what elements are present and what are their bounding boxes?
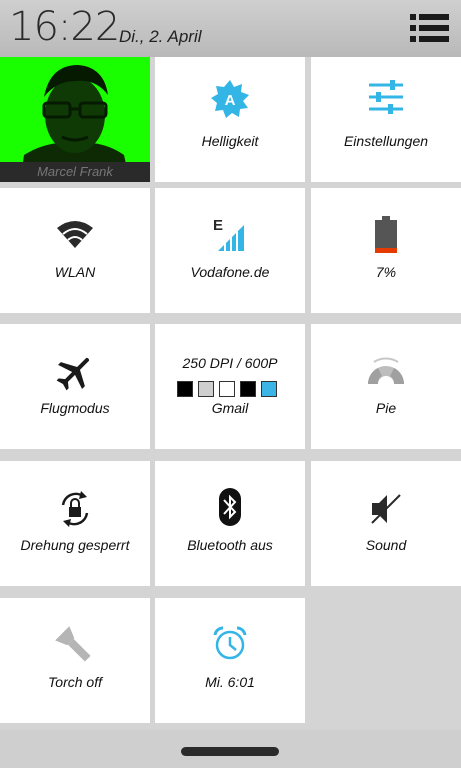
drag-handle[interactable] <box>181 747 279 756</box>
rotation-tile[interactable]: Drehung gesperrt <box>0 461 150 586</box>
alarm-clock-icon <box>213 626 247 660</box>
pie-tile[interactable]: Pie <box>311 324 461 449</box>
airplane-tile[interactable]: Flugmodus <box>0 324 150 449</box>
menu-button[interactable] <box>408 12 450 44</box>
settings-tile[interactable]: Einstellungen <box>311 57 461 182</box>
airplane-icon <box>56 357 90 391</box>
settings-label: Einstellungen <box>343 133 429 149</box>
dpi-title: 250 DPI / 600P <box>182 355 278 371</box>
bluetooth-icon <box>219 488 241 526</box>
sound-label: Sound <box>365 537 407 553</box>
brightness-label: Helligkeit <box>201 133 259 149</box>
battery-tile[interactable]: 7% <box>311 188 461 313</box>
profile-name: Marcel Frank <box>0 162 150 182</box>
network-type: E <box>213 217 223 234</box>
torch-tile[interactable]: Torch off <box>0 598 150 723</box>
brightness-badge: A <box>225 92 236 109</box>
sliders-icon <box>369 80 403 114</box>
sound-tile[interactable]: Sound <box>311 461 461 586</box>
mobile-data-label: Vodafone.de <box>190 264 270 280</box>
alarm-tile[interactable]: Mi. 6:01 <box>155 598 305 723</box>
airplane-label: Flugmodus <box>40 400 110 416</box>
date: Di., 2. April <box>119 27 202 46</box>
status-bar: 16:22 Di., 2. April <box>0 0 461 57</box>
profile-tile[interactable]: Marcel Frank <box>0 57 150 182</box>
sound-muted-icon <box>371 494 401 524</box>
pie-label: Pie <box>375 400 397 416</box>
menu-list-icon <box>410 14 449 42</box>
bluetooth-tile[interactable]: Bluetooth aus <box>155 461 305 586</box>
wifi-tile[interactable]: WLAN <box>0 188 150 313</box>
wifi-icon <box>57 221 93 248</box>
flashlight-icon <box>55 626 91 662</box>
mobile-data-tile[interactable]: E Vodafone.de <box>155 188 305 313</box>
battery-label: 7% <box>375 264 397 280</box>
dpi-label: Gmail <box>211 400 249 416</box>
swatch-black[interactable] <box>177 381 193 397</box>
color-swatches <box>177 381 277 397</box>
signal-icon: E <box>213 217 244 252</box>
clock: 16:22 <box>9 4 120 50</box>
brightness-auto-icon: A <box>211 80 249 118</box>
pie-icon <box>368 357 404 384</box>
bluetooth-label: Bluetooth aus <box>187 537 273 553</box>
alarm-label: Mi. 6:01 <box>205 674 255 690</box>
dpi-tile[interactable]: 250 DPI / 600P Gmail <box>155 324 305 449</box>
battery-icon <box>375 216 397 253</box>
rotation-label: Drehung gesperrt <box>20 537 130 553</box>
swatch-white[interactable] <box>219 381 235 397</box>
torch-label: Torch off <box>48 674 102 690</box>
rotation-lock-icon <box>61 491 89 527</box>
swatch-blue[interactable] <box>261 381 277 397</box>
brightness-tile[interactable]: A Helligkeit <box>155 57 305 182</box>
swatch-grey[interactable] <box>198 381 214 397</box>
swatch-black-2[interactable] <box>240 381 256 397</box>
wifi-label: WLAN <box>54 264 96 280</box>
